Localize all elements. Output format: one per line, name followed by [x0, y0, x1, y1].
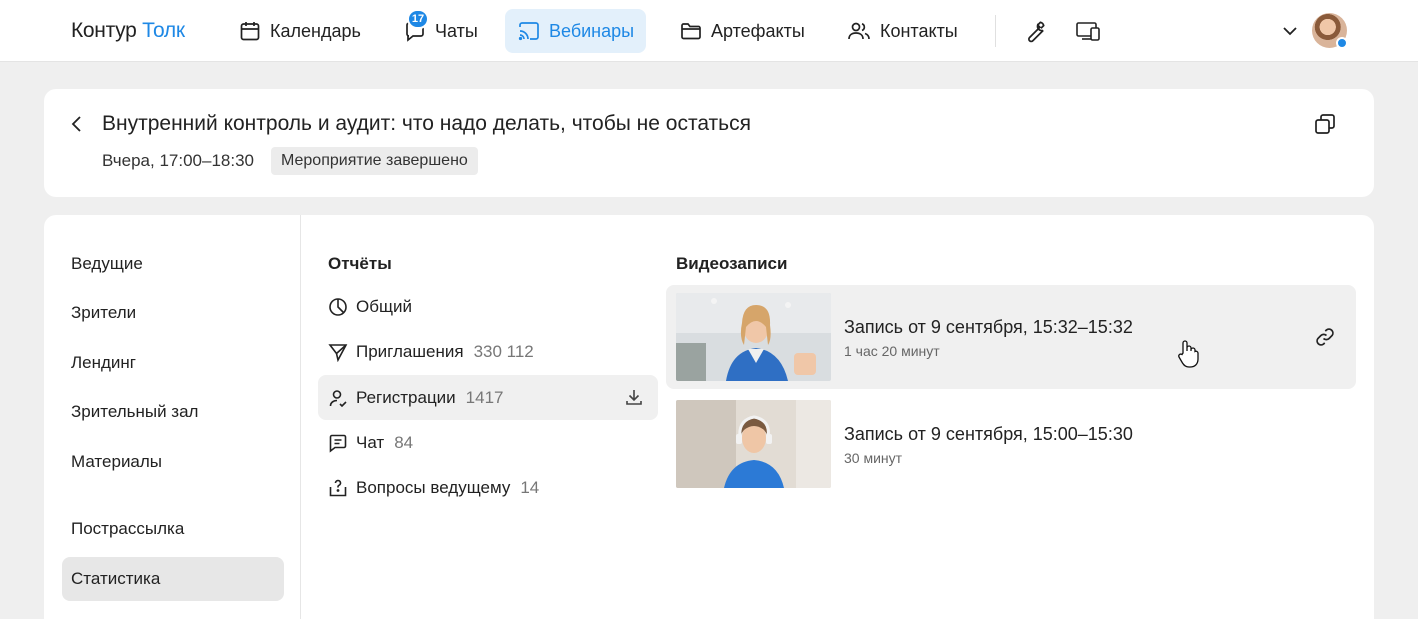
report-count: 14 [520, 477, 540, 497]
report-label: Общий [356, 296, 412, 316]
recordings-heading: Видеозаписи [676, 254, 788, 273]
hand-cursor-icon [1178, 340, 1199, 368]
report-count: 84 [394, 432, 414, 452]
event-time: Вчера, 17:00–18:30 [102, 151, 254, 170]
sidebar-item-materials[interactable]: Материалы [62, 440, 284, 484]
sidebar-item-hosts[interactable]: Ведущие [62, 242, 284, 286]
online-status-indicator [1336, 37, 1348, 49]
cast-icon [518, 22, 539, 41]
logo-text-primary: Контур [71, 19, 137, 42]
recording-duration: 1 час 20 минут [844, 343, 940, 359]
report-invitations[interactable]: Приглашения 330 112 [318, 329, 658, 374]
recording-title: Запись от 9 сентября, 15:32–15:32 [844, 317, 1133, 337]
devices-icon [1076, 22, 1100, 41]
back-arrow-icon[interactable] [66, 113, 88, 135]
people-icon [848, 22, 870, 40]
tools-button[interactable] [1021, 17, 1049, 45]
report-label: Чат [356, 432, 385, 452]
question-icon [329, 479, 347, 496]
nav-chats-label: Чаты [435, 20, 478, 41]
sidebar-item-label: Пострассылка [71, 519, 185, 538]
nav-artifacts-label: Артефакты [711, 20, 805, 41]
report-count: 330 112 [473, 341, 534, 361]
devices-button[interactable] [1074, 17, 1102, 45]
sidebar-divider [300, 215, 301, 619]
webinar-settings-card: Ведущие Зрители Лендинг Зрительный зал М… [44, 215, 1374, 619]
wrench-icon [1028, 21, 1045, 43]
video-preview-image [676, 400, 831, 488]
sidebar-item-label: Ведущие [71, 254, 143, 273]
sidebar-item-landing[interactable]: Лендинг [62, 341, 284, 385]
sidebar-item-statistics[interactable]: Статистика [62, 557, 284, 601]
sidebar-item-label: Зрительный зал [71, 402, 199, 421]
app-logo[interactable]: Контур Толк [71, 19, 185, 43]
logo-text-accent: Толк [142, 19, 185, 42]
folder-icon [681, 23, 701, 40]
pie-chart-icon [329, 297, 347, 316]
chats-unread-badge: 17 [407, 9, 429, 29]
nav-calendar-label: Календарь [270, 20, 361, 41]
user-check-icon [329, 389, 347, 407]
user-avatar[interactable] [1312, 13, 1348, 49]
video-thumbnail[interactable] [676, 400, 831, 488]
report-general[interactable]: Общий [318, 284, 658, 329]
copy-icon[interactable] [1312, 111, 1338, 137]
report-chat[interactable]: Чат 84 [318, 420, 658, 465]
nav-divider [995, 15, 996, 47]
nav-webinars[interactable]: Вебинары [505, 9, 647, 53]
account-menu-toggle[interactable] [1276, 17, 1304, 45]
event-header-card: Внутренний контроль и аудит: что надо де… [44, 89, 1374, 197]
sidebar-item-label: Зрители [71, 303, 137, 322]
send-icon [328, 343, 348, 362]
nav-calendar[interactable]: Календарь [226, 9, 373, 53]
nav-chats[interactable]: 17 Чаты [391, 9, 490, 53]
recording-item[interactable]: Запись от 9 сентября, 15:32–15:32 1 час … [666, 285, 1356, 389]
report-questions[interactable]: Вопросы ведущему 14 [318, 465, 658, 510]
sidebar-item-auditorium[interactable]: Зрительный зал [62, 390, 284, 434]
top-navigation: Контур Толк Календарь 17 Чаты Вебинары А… [0, 0, 1418, 62]
report-label: Регистрации [356, 387, 456, 407]
recording-duration: 30 минут [844, 450, 903, 466]
video-thumbnail[interactable] [676, 293, 831, 381]
nav-contacts[interactable]: Контакты [834, 9, 970, 53]
calendar-icon [240, 22, 260, 41]
sidebar-item-post-mailing[interactable]: Пострассылка [62, 507, 284, 551]
event-title: Внутренний контроль и аудит: что надо де… [102, 112, 751, 135]
reports-heading: Отчёты [328, 254, 392, 273]
status-badge: Мероприятие завершено [271, 147, 478, 175]
report-label: Вопросы ведущему [356, 477, 511, 497]
download-icon[interactable] [624, 387, 644, 407]
nav-contacts-label: Контакты [880, 20, 958, 41]
message-icon [329, 434, 347, 453]
sidebar-item-label: Статистика [71, 569, 161, 588]
nav-webinars-label: Вебинары [549, 20, 635, 41]
report-count: 1417 [465, 387, 504, 407]
recording-title: Запись от 9 сентября, 15:00–15:30 [844, 424, 1133, 444]
sidebar-item-viewers[interactable]: Зрители [62, 291, 284, 335]
sidebar-item-label: Лендинг [71, 353, 137, 372]
chevron-down-icon [1283, 27, 1297, 36]
link-icon[interactable] [1314, 326, 1336, 348]
sidebar-item-label: Материалы [71, 452, 163, 471]
nav-artifacts[interactable]: Артефакты [667, 9, 817, 53]
video-preview-image [676, 293, 831, 381]
report-label: Приглашения [356, 341, 464, 361]
report-registrations[interactable]: Регистрации 1417 [318, 375, 658, 420]
recording-item[interactable]: Запись от 9 сентября, 15:00–15:30 30 мин… [666, 392, 1356, 496]
